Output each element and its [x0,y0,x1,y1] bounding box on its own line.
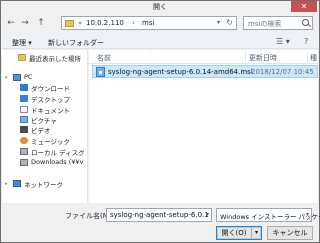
toolbar: 整理 ▾ 新しいフォルダー ☰ ▾ ? [2,34,318,49]
refresh-icon[interactable]: ↻ [226,18,233,27]
sidebar-item-label: Downloads (¥¥v [31,158,84,166]
filename-value: syslog-ng-agent-setup-6.0.1 [110,211,209,219]
navigation-pane: 最近表示した場所 ▾ PC ダウンロード デスクトップ ドキュメント ピクチャ … [2,50,88,203]
breadcrumb-folder[interactable]: msi [142,19,154,27]
breadcrumb-separator: › [132,19,135,27]
new-folder-button[interactable]: 新しいフォルダー [48,38,104,48]
column-modified[interactable]: 更新日時 [249,53,277,63]
sort-arrow-icon: ^ [149,50,154,55]
search-placeholder: msiの検索 [248,20,282,28]
videos-icon [20,126,28,133]
sidebar-item-label: ミュージック [31,138,70,146]
local-disk-icon [20,148,28,155]
chevron-down-icon[interactable]: ▾ [206,211,209,218]
column-header: ^ 名前 更新日時 種 [89,50,318,64]
sidebar-item-label: デスクトップ [31,96,70,104]
open-options-chevron-icon[interactable]: ▾ [251,227,261,239]
sidebar-item-label: ビデオ [31,127,51,135]
expand-network-icon[interactable]: ▸ [5,181,8,187]
pictures-icon [20,116,28,123]
column-type[interactable]: 種 [310,53,317,63]
chevron-down-icon[interactable]: ▾ [306,211,309,218]
sidebar-item-label: ネットワーク [24,181,63,189]
filename-field[interactable]: syslog-ng-agent-setup-6.0.1 ▾ [106,208,212,222]
network-icon [13,180,21,187]
back-button[interactable]: ← [5,17,17,29]
search-icon[interactable] [302,19,309,26]
open-file-dialog: 開く ✕ ← → ↑ « 10.0.2.110 › msi ▾ ↻ msiの検索… [0,0,320,243]
cancel-button[interactable]: キャンセル [267,226,313,240]
file-row[interactable]: syslog-ng-agent-setup-6.0.14-amd64.msi 2… [92,65,318,78]
sidebar-item-label: ローカル ディスク (C [31,149,88,157]
organize-button[interactable]: 整理 ▾ [12,38,32,48]
search-input[interactable]: msiの検索 [243,16,313,30]
open-button[interactable]: 開く(O) ▾ [216,226,262,240]
file-name: syslog-ng-agent-setup-6.0.14-amd64.msi [108,68,253,76]
breadcrumb-overflow[interactable]: « [78,19,82,27]
sidebar-item-label: ダウンロード [31,85,70,93]
recent-places-icon [18,54,26,61]
close-button[interactable]: ✕ [291,1,317,12]
file-list: ^ 名前 更新日時 種 syslog-ng-agent-setup-6.0.14… [89,50,318,203]
msi-installer-icon [96,67,105,77]
breadcrumb-host[interactable]: 10.0.2.110 [86,19,124,27]
column-divider[interactable] [307,52,308,62]
open-button-label[interactable]: 開く(O) [217,227,251,239]
dialog-title: 開く [153,3,167,11]
address-dropdown-icon[interactable]: ▾ [217,19,220,26]
music-icon [20,137,28,144]
sidebar-item-label: PC [24,73,33,81]
network-drive-icon [20,159,28,166]
sidebar-item-label: ドキュメント [31,107,70,115]
column-divider[interactable] [245,52,246,62]
documents-icon [20,106,28,113]
column-name[interactable]: 名前 [97,53,111,63]
title-bar: 開く ✕ [1,1,319,13]
expand-pc-icon[interactable]: ▾ [5,75,8,81]
folder-icon [65,20,74,27]
up-folder-button[interactable]: ↑ [35,17,47,29]
view-options-icon[interactable]: ☰ ▾ [276,37,290,46]
address-bar[interactable]: « 10.0.2.110 › msi ▾ ↻ [61,16,237,30]
downloads-icon [20,84,28,91]
file-modified: 2018/12/07 10:45 [251,68,314,76]
pc-icon [13,74,21,81]
desktop-icon [20,95,28,102]
sidebar-item-label: 最近表示した場所 [29,55,81,63]
sidebar-item-label: ピクチャ [31,117,57,125]
forward-button[interactable]: → [19,17,31,29]
help-icon[interactable]: ? [304,37,308,46]
file-type-select[interactable]: Windows インストーラー パッケージ ▾ [216,208,320,222]
